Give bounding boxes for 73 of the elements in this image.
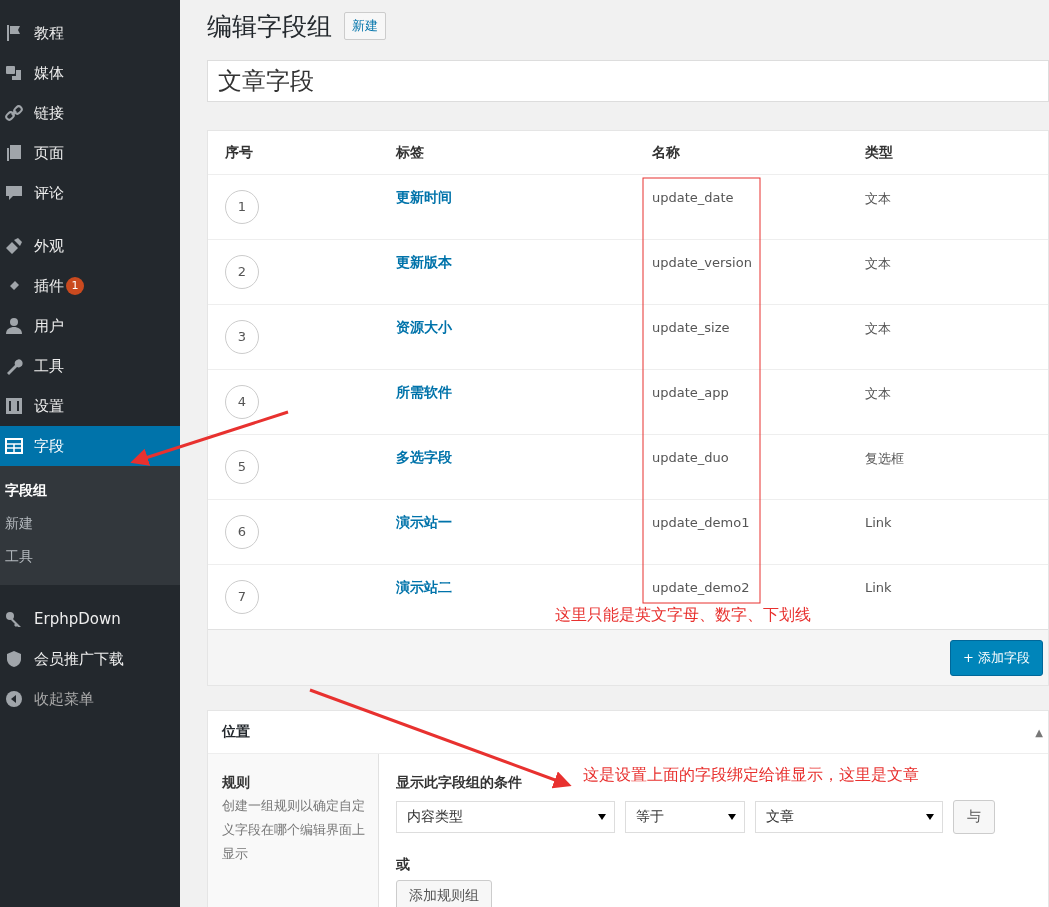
menu-item[interactable]: 字段 bbox=[0, 426, 180, 466]
menu-item[interactable]: 设置 bbox=[0, 386, 180, 426]
caret-icon bbox=[926, 814, 934, 820]
field-type: 文本 bbox=[865, 386, 891, 401]
field-type: 复选框 bbox=[865, 451, 904, 466]
media-icon bbox=[4, 63, 24, 83]
user-icon bbox=[4, 316, 24, 336]
and-button[interactable]: 与 bbox=[953, 800, 995, 834]
field-label-link[interactable]: 演示站二 bbox=[396, 579, 452, 595]
settings-icon bbox=[4, 396, 24, 416]
annotation-text: 这是设置上面的字段绑定给谁显示，这里是文章 bbox=[583, 765, 919, 786]
shield-icon bbox=[4, 649, 24, 669]
menu-item[interactable]: 媒体 bbox=[0, 53, 180, 93]
field-type: Link bbox=[865, 515, 892, 530]
annotation-text: 这里只能是英文字母、数字、下划线 bbox=[555, 605, 811, 626]
title-field[interactable]: 文章字段 bbox=[207, 60, 1049, 102]
collapse-toggle[interactable]: ▲ bbox=[1035, 726, 1043, 738]
add-rule-group-button[interactable]: 添加规则组 bbox=[396, 880, 492, 907]
or-label: 或 bbox=[396, 856, 411, 874]
field-name: update_app bbox=[652, 385, 729, 400]
menu-item[interactable]: 插件 1 bbox=[0, 266, 180, 306]
new-button[interactable]: 新建 bbox=[344, 12, 386, 40]
select-field[interactable]: 内容类型 bbox=[396, 801, 615, 833]
field-label-link[interactable]: 更新时间 bbox=[396, 189, 452, 205]
menu-item[interactable]: 会员推广下载 bbox=[0, 639, 180, 679]
update-count-badge: 1 bbox=[66, 277, 84, 295]
menu-item[interactable]: 外观 bbox=[0, 226, 180, 266]
menu-item[interactable]: 教程 bbox=[0, 13, 180, 53]
column-header: 标签 bbox=[395, 143, 425, 162]
field-label-link[interactable]: 资源大小 bbox=[396, 319, 452, 335]
pages-icon bbox=[4, 143, 24, 163]
field-type: 文本 bbox=[865, 321, 891, 336]
field-type: 文本 bbox=[865, 191, 891, 206]
field-name: update_version bbox=[652, 255, 752, 270]
submenu-item[interactable]: 工具 bbox=[0, 540, 180, 573]
submenu-item[interactable]: 新建 bbox=[0, 507, 180, 540]
column-header: 名称 bbox=[651, 143, 681, 162]
key-icon bbox=[4, 609, 24, 629]
field-name: update_size bbox=[652, 320, 730, 335]
field-label-link[interactable]: 所需软件 bbox=[396, 384, 452, 400]
link-icon bbox=[4, 103, 24, 123]
column-header: 类型 bbox=[864, 143, 894, 162]
field-label-link[interactable]: 多选字段 bbox=[396, 449, 452, 465]
field-label-link[interactable]: 演示站一 bbox=[396, 514, 452, 530]
table-icon bbox=[4, 436, 24, 456]
caret-icon bbox=[728, 814, 736, 820]
submenu-item[interactable]: 字段组 bbox=[0, 474, 180, 507]
add-field-button[interactable]: + 添加字段 bbox=[949, 639, 1043, 676]
menu-item[interactable]: 用户 bbox=[0, 306, 180, 346]
column-header: 序号 bbox=[224, 143, 254, 162]
menu-item[interactable]: 页面 bbox=[0, 133, 180, 173]
menu-item[interactable]: ErphpDown bbox=[0, 599, 180, 639]
collapse-icon bbox=[4, 689, 24, 709]
field-name: update_demo2 bbox=[652, 580, 750, 595]
rules-title: 规则 bbox=[222, 774, 251, 792]
rules-description: 创建一组规则以确定自定义字段在哪个编辑界面上显示 bbox=[222, 797, 366, 863]
page-title: 编辑字段组 bbox=[207, 10, 332, 43]
panel-title: 位置 bbox=[222, 723, 250, 741]
conditions-title: 显示此字段组的条件 bbox=[396, 774, 522, 792]
menu-item[interactable]: 收起菜单 bbox=[0, 679, 180, 719]
field-name: update_date bbox=[652, 190, 734, 205]
menu-item[interactable]: 链接 bbox=[0, 93, 180, 133]
field-type: 文本 bbox=[865, 256, 891, 271]
caret-icon bbox=[598, 814, 606, 820]
field-type: Link bbox=[865, 580, 892, 595]
menu-item[interactable]: 工具 bbox=[0, 346, 180, 386]
field-label-link[interactable]: 更新版本 bbox=[396, 254, 452, 270]
select-field[interactable]: 文章 bbox=[755, 801, 943, 833]
select-field[interactable]: 等于 bbox=[625, 801, 745, 833]
field-name: update_duo bbox=[652, 450, 729, 465]
field-name: update_demo1 bbox=[652, 515, 750, 530]
comment-icon bbox=[4, 183, 24, 203]
menu-item[interactable]: 评论 bbox=[0, 173, 180, 213]
